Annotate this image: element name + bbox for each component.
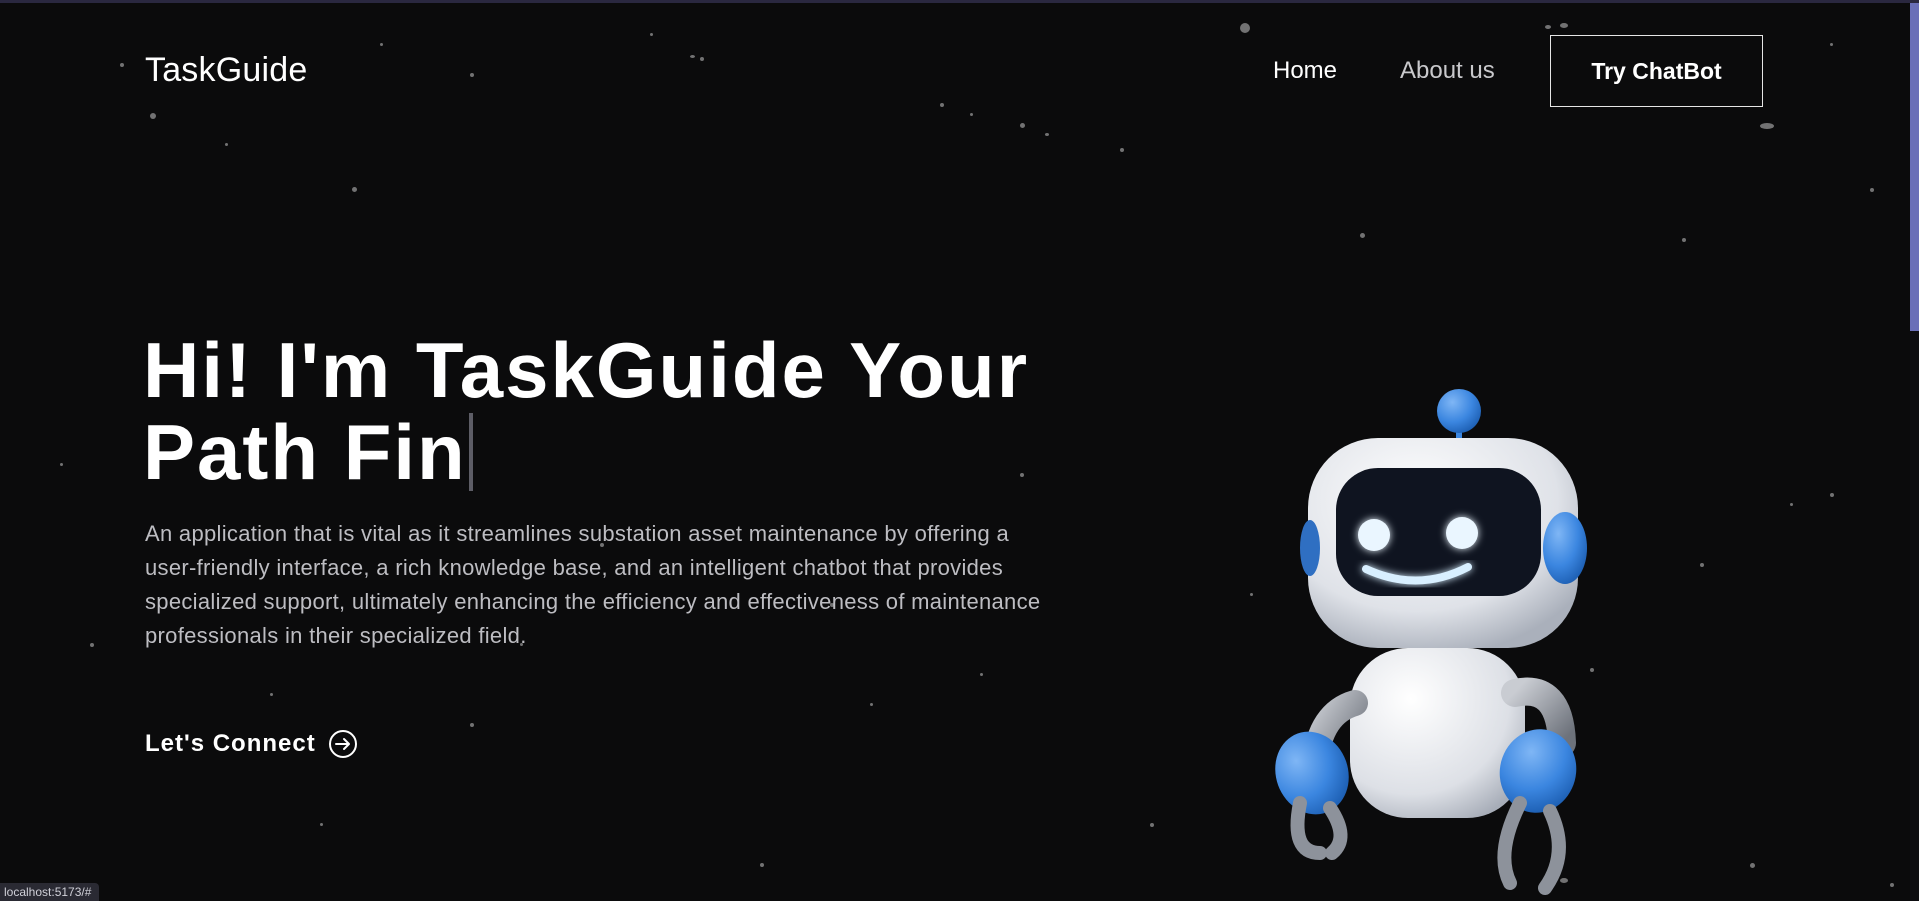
- navbar: TaskGuide Home About us Try ChatBot: [0, 3, 1919, 143]
- logo[interactable]: TaskGuide: [145, 51, 307, 90]
- typing-caret: [468, 413, 473, 491]
- robot-illustration: [1275, 389, 1587, 895]
- hero-description: An application that is vital as it strea…: [145, 521, 1041, 648]
- status-bar-url: localhost:5173/#: [0, 883, 100, 901]
- arrow-right-circle-icon: [328, 730, 357, 758]
- lets-connect-button[interactable]: Let's Connect: [145, 729, 358, 759]
- page: TaskGuide Home About us Try ChatBot Hi! …: [0, 0, 1919, 901]
- nav-link-about-us[interactable]: About us: [1400, 57, 1495, 85]
- lets-connect-label: Let's Connect: [145, 730, 316, 757]
- scrollbar[interactable]: [1910, 3, 1919, 901]
- try-chatbot-button[interactable]: Try ChatBot: [1550, 35, 1763, 107]
- hero-title-line-1: Hi! I'm TaskGuide Your: [143, 326, 1030, 414]
- scrollbar-thumb[interactable]: [1910, 3, 1919, 331]
- nav-link-home[interactable]: Home: [1273, 57, 1337, 85]
- hero-title: Hi! I'm TaskGuide Your Path Fin: [143, 329, 1083, 493]
- hero-title-line-2: Path Fin: [143, 408, 467, 496]
